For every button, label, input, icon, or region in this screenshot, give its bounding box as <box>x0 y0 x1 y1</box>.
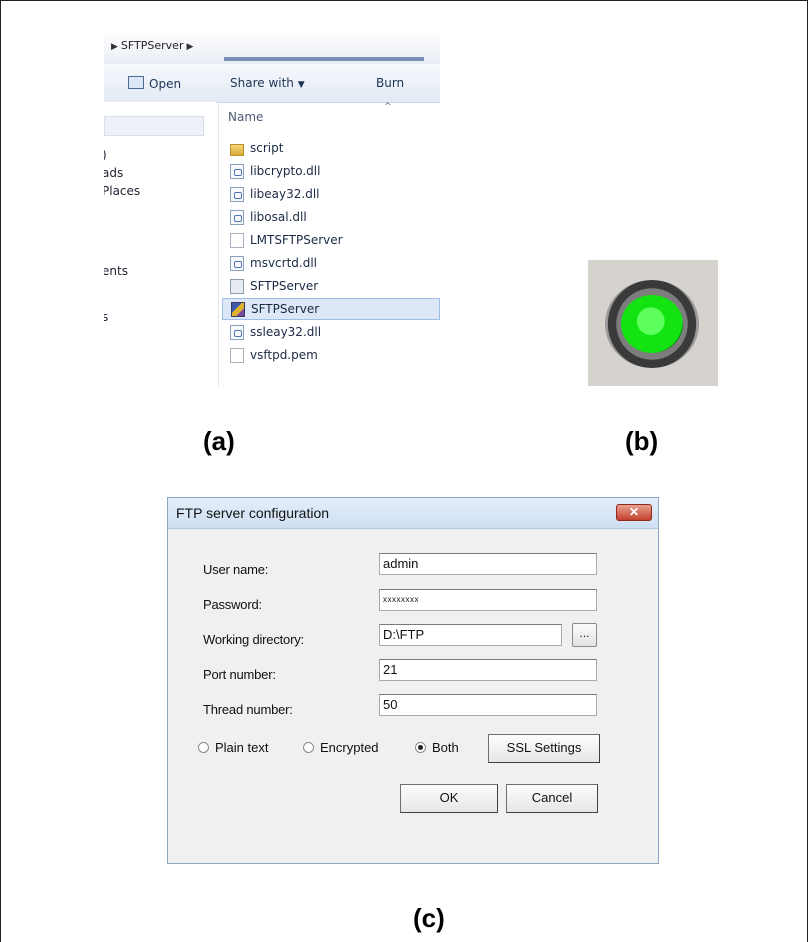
open-button[interactable]: Open <box>128 76 181 91</box>
file-name: SFTPServer <box>251 302 320 316</box>
ok-button[interactable]: OK <box>400 784 498 813</box>
open-icon <box>128 76 144 89</box>
thread-number-label: Thread number: <box>203 702 293 717</box>
nav-item[interactable]: s <box>104 310 108 324</box>
green-status-light-icon <box>621 295 683 353</box>
dll-file-icon <box>230 210 244 225</box>
open-label: Open <box>149 77 182 91</box>
chevron-right-icon[interactable]: ▶ <box>186 42 193 52</box>
share-with-label: Share with <box>230 76 294 90</box>
name-column-header[interactable]: Name <box>228 110 263 124</box>
share-with-button[interactable]: Share with ▼ <box>230 76 305 90</box>
radio-button[interactable] <box>303 742 314 753</box>
dialog-body: User name: admin Password: xxxxxxxx Work… <box>174 530 652 857</box>
nav-item[interactable]: ) <box>104 148 107 162</box>
breadcrumb-item-sftpserver[interactable]: SFTPServer <box>121 39 184 52</box>
dialog-title: FTP server configuration <box>176 505 330 521</box>
file-name: SFTPServer <box>250 279 319 293</box>
file-name: LMTSFTPServer <box>250 233 343 247</box>
nav-item-downloads[interactable]: ads <box>104 166 123 180</box>
caption-c: (c) <box>413 903 445 933</box>
password-label: Password: <box>203 597 262 612</box>
radio-encrypted[interactable]: Encrypted <box>303 740 379 755</box>
folder-icon <box>230 144 244 156</box>
file-explorer-window: ▶SFTPServer▶ Open Share with ▼ Burn ) ad… <box>104 30 440 386</box>
port-number-label: Port number: <box>203 667 276 682</box>
radio-both[interactable]: Both <box>415 740 459 755</box>
document-icon <box>230 348 244 363</box>
user-name-label: User name: <box>203 562 269 577</box>
file-row-libosal[interactable]: libosal.dll <box>222 207 440 229</box>
address-bar-highlight <box>224 57 424 61</box>
close-icon: ✕ <box>628 505 640 519</box>
ftp-config-dialog: FTP server configuration ✕ User name: ad… <box>167 497 659 864</box>
file-row-libeay32[interactable]: libeay32.dll <box>222 184 440 206</box>
file-row-sftpserver-exe[interactable]: SFTPServer <box>222 298 440 320</box>
file-row-ssleay32[interactable]: ssleay32.dll <box>222 322 440 344</box>
burn-button[interactable]: Burn <box>376 76 404 90</box>
file-name: msvcrtd.dll <box>250 256 317 270</box>
cancel-button[interactable]: Cancel <box>506 784 598 813</box>
file-name: vsftpd.pem <box>250 348 318 362</box>
radio-button-checked[interactable] <box>415 742 426 753</box>
dialog-title-bar[interactable]: FTP server configuration ✕ <box>168 498 658 529</box>
file-row-vsftpd-pem[interactable]: vsftpd.pem <box>222 345 440 367</box>
file-name: libosal.dll <box>250 210 307 224</box>
dll-file-icon <box>230 187 244 202</box>
dll-file-icon <box>230 164 244 179</box>
navigation-pane: ) ads Places ents s <box>104 102 216 386</box>
address-bar[interactable]: ▶ SFTPServer ▶ <box>104 30 440 65</box>
navigation-selected-item[interactable] <box>104 116 204 136</box>
radio-plain-text[interactable]: Plain text <box>198 740 268 755</box>
working-directory-label: Working directory: <box>203 632 304 647</box>
executable-icon <box>231 302 245 317</box>
port-number-input[interactable]: 21 <box>379 659 597 681</box>
chevron-down-icon: ▼ <box>297 80 305 90</box>
close-button[interactable]: ✕ <box>616 504 652 521</box>
pane-divider[interactable] <box>218 102 219 386</box>
thread-number-input[interactable]: 50 <box>379 694 597 716</box>
caption-b: (b) <box>625 426 659 456</box>
radio-label: Both <box>432 740 459 755</box>
radio-label: Plain text <box>215 740 269 755</box>
file-row-libcrypto[interactable]: libcrypto.dll <box>222 161 440 183</box>
file-row-script[interactable]: script <box>222 138 440 160</box>
file-name: libeay32.dll <box>250 187 320 201</box>
breadcrumb: ▶ SFTPServer ▶ <box>108 39 196 52</box>
chevron-right-icon: ▶ <box>111 42 118 52</box>
dll-file-icon <box>230 256 244 271</box>
password-input[interactable]: xxxxxxxx <box>379 589 597 611</box>
dll-file-icon <box>230 325 244 340</box>
ssl-settings-button[interactable]: SSL Settings <box>488 734 600 763</box>
file-name: script <box>250 141 284 155</box>
file-row-lmtsftpserver[interactable]: LMTSFTPServer <box>222 230 440 252</box>
nav-item-documents[interactable]: ents <box>104 264 128 278</box>
sort-caret-icon: ^ <box>384 102 392 112</box>
radio-label: Encrypted <box>320 740 379 755</box>
file-row-sftpserver-config[interactable]: SFTPServer <box>222 276 440 298</box>
app-file-icon <box>230 279 244 294</box>
file-row-msvcrtd[interactable]: msvcrtd.dll <box>222 253 440 275</box>
caption-a: (a) <box>203 426 235 456</box>
nav-item-recent-places[interactable]: Places <box>104 184 140 198</box>
file-name: libcrypto.dll <box>250 164 321 178</box>
browse-button[interactable]: ... <box>572 623 597 647</box>
user-name-input[interactable]: admin <box>379 553 597 575</box>
radio-button[interactable] <box>198 742 209 753</box>
document-icon <box>230 233 244 248</box>
working-directory-input[interactable]: D:\FTP <box>379 624 562 646</box>
file-name: ssleay32.dll <box>250 325 322 339</box>
explorer-toolbar: Open Share with ▼ Burn <box>104 64 440 103</box>
status-indicator-panel <box>588 260 718 386</box>
